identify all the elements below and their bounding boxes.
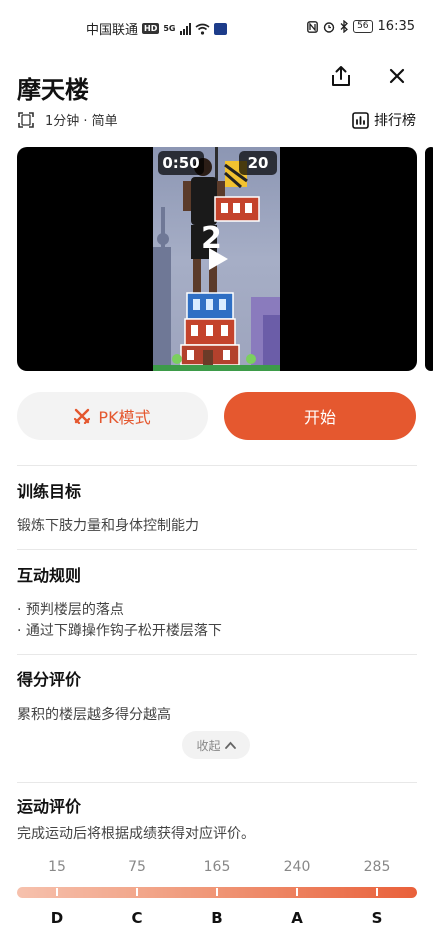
battery-icon: 56 (353, 20, 373, 33)
alarm-icon (323, 21, 335, 33)
network-type: 5G (163, 24, 176, 33)
wifi-icon (195, 23, 209, 35)
rule-item: · 通过下蹲操作钩子松开楼层落下 (17, 623, 222, 639)
divider (17, 465, 417, 466)
signal-icon (179, 22, 191, 35)
grade-label: C (131, 909, 143, 927)
grade-label: S (371, 909, 383, 927)
divider (17, 654, 417, 655)
status-right: 56 16:35 (307, 19, 415, 34)
timer-badge: 0:50 (158, 151, 204, 175)
grade-label: A (291, 909, 303, 927)
next-video-peek[interactable] (425, 147, 433, 371)
scale-tick (376, 888, 378, 896)
pk-mode-label: PK模式 (98, 408, 151, 427)
app-notification-icon (213, 22, 227, 35)
status-left: 中国联通 HD 5G (86, 19, 227, 38)
scoring-title: 得分评价 (17, 670, 82, 689)
score-threshold: 165 (203, 859, 231, 875)
duration-difficulty: 1分钟 · 简单 (45, 114, 118, 129)
scoring-text: 累积的楼层越多得分越高 (17, 707, 171, 723)
evaluation-text: 完成运动后将根据成绩获得对应评价。 (17, 826, 255, 842)
goal-text: 锻炼下肢力量和身体控制能力 (17, 518, 199, 534)
close-button[interactable] (378, 57, 416, 95)
close-icon (389, 68, 405, 84)
clock: 16:35 (377, 19, 415, 34)
goal-title: 训练目标 (17, 482, 82, 501)
rule-item: · 预判楼层的落点 (17, 602, 124, 618)
activity-meta: 1分钟 · 简单 (17, 110, 118, 129)
score-threshold: 285 (363, 859, 391, 875)
scale-tick (56, 888, 58, 896)
crossed-swords-icon (74, 408, 91, 424)
start-label: 开始 (303, 408, 336, 427)
scale-tick (136, 888, 138, 896)
hd-badge: HD (142, 23, 160, 34)
leaderboard-label: 排行榜 (374, 113, 416, 129)
start-button[interactable]: 开始 (224, 392, 416, 440)
collapse-label: 收起 (196, 738, 221, 753)
scale-tick (296, 888, 298, 896)
chevron-up-icon (224, 741, 236, 749)
fullscreen-frame-icon (18, 111, 34, 128)
leaderboard-icon (352, 111, 369, 129)
scale-tick (216, 888, 218, 896)
divider (17, 549, 417, 550)
score-threshold: 240 (283, 859, 311, 875)
score-threshold: 15 (48, 859, 66, 875)
evaluation-title: 运动评价 (17, 797, 82, 816)
leaderboard-button[interactable]: 排行榜 (352, 110, 416, 130)
video-preview[interactable]: 2 0:50 20 (17, 147, 417, 371)
grade-label: D (50, 909, 64, 927)
rules-title: 互动规则 (17, 566, 82, 585)
share-icon (332, 66, 350, 86)
pk-mode-button[interactable]: PK模式 (17, 392, 208, 440)
score-badge: 20 (239, 151, 277, 175)
score-threshold: 75 (128, 859, 146, 875)
nfc-icon (307, 20, 318, 33)
play-icon[interactable] (206, 246, 230, 272)
collapse-button[interactable]: 收起 (182, 731, 250, 759)
grade-label: B (211, 909, 223, 927)
bluetooth-icon (340, 20, 349, 33)
divider (17, 782, 417, 783)
share-button[interactable] (322, 57, 360, 95)
carrier-name: 中国联通 (86, 23, 139, 38)
page-title: 摩天楼 (17, 76, 89, 104)
status-bar: 中国联通 HD 5G 56 16:35 (0, 0, 433, 54)
